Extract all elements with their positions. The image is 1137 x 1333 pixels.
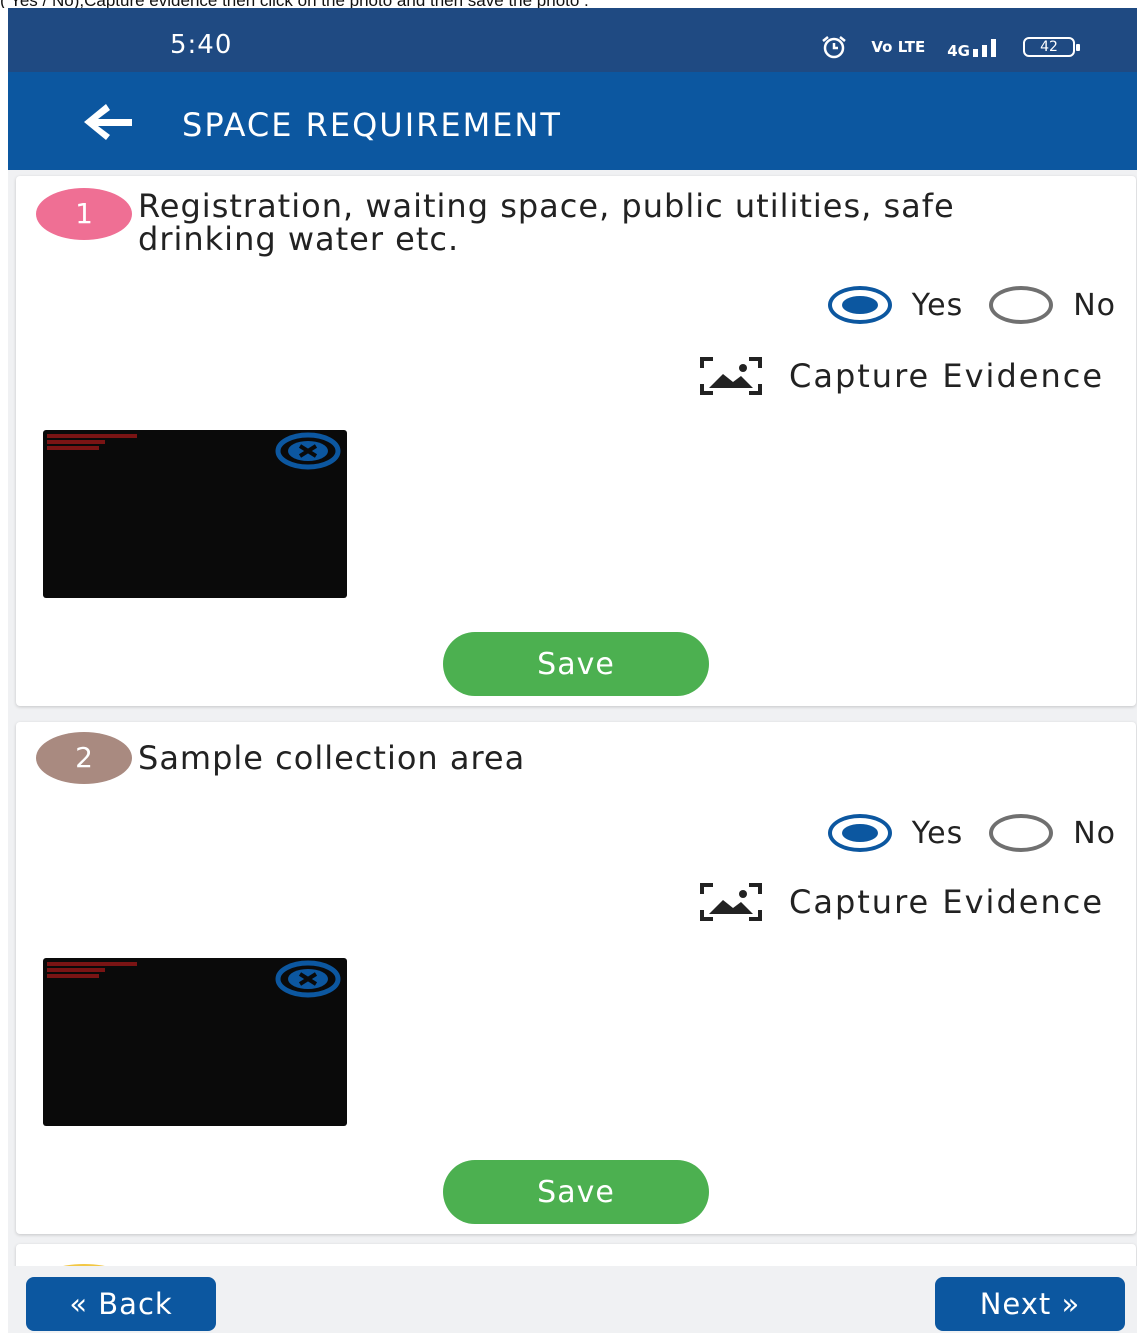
image-capture-icon	[699, 883, 762, 921]
evidence-photo-thumbnail[interactable]	[43, 430, 347, 598]
photo-timestamp-overlay	[47, 960, 137, 978]
radio-no[interactable]	[989, 286, 1054, 324]
capture-evidence-label: Capture Evidence	[788, 357, 1104, 395]
capture-evidence-label: Capture Evidence	[788, 883, 1104, 921]
network-indicator: 4G	[947, 37, 1001, 60]
question-card-2: 2 Sample collection area Yes No Capture …	[16, 722, 1136, 1234]
question-number-badge: 1	[36, 188, 132, 240]
radio-yes-label[interactable]: Yes	[912, 288, 963, 323]
page-title: SPACE REQUIREMENT	[182, 106, 562, 144]
status-icons: Vo LTE 4G 42	[819, 35, 1080, 60]
alarm-icon	[822, 36, 847, 59]
question-card-1: 1 Registration, waiting space, public ut…	[16, 176, 1136, 706]
radio-yes[interactable]	[827, 814, 892, 852]
answer-radio-group: Yes No	[827, 814, 1116, 852]
answer-radio-group: Yes No	[827, 286, 1116, 324]
battery-indicator: 42	[1023, 37, 1080, 57]
arrow-left-icon[interactable]	[80, 100, 136, 144]
volte-indicator: Vo LTE	[871, 38, 926, 56]
close-circle-icon[interactable]	[275, 432, 341, 470]
question-text: Sample collection area	[138, 739, 526, 777]
network-type: 4G	[947, 42, 970, 60]
bottom-navigation: « Back Next »	[8, 1266, 1137, 1333]
phone-screen: 5:40 Vo LTE 4G 42 SPACE REQUIREMENT 1 Re…	[8, 8, 1137, 1333]
radio-no-label[interactable]: No	[1073, 288, 1116, 323]
question-number-badge: 2	[36, 732, 132, 784]
radio-yes-label[interactable]: Yes	[912, 816, 963, 851]
close-circle-icon[interactable]	[275, 960, 341, 998]
radio-no[interactable]	[989, 814, 1054, 852]
evidence-photo-thumbnail[interactable]	[43, 958, 347, 1126]
instruction-caption: ( Yes / No),Capture evidence then click …	[0, 0, 1137, 8]
app-bar: SPACE REQUIREMENT	[8, 72, 1137, 170]
capture-evidence-button[interactable]: Capture Evidence	[699, 882, 1104, 922]
back-button[interactable]: « Back	[26, 1277, 216, 1331]
save-button[interactable]: Save	[443, 632, 709, 696]
status-bar: 5:40 Vo LTE 4G 42	[8, 8, 1137, 72]
capture-evidence-button[interactable]: Capture Evidence	[699, 356, 1104, 396]
radio-yes[interactable]	[827, 286, 892, 324]
next-button[interactable]: Next »	[935, 1277, 1125, 1331]
image-capture-icon	[699, 357, 762, 395]
question-text: Registration, waiting space, public util…	[138, 187, 955, 258]
save-button[interactable]: Save	[443, 1160, 709, 1224]
signal-icon	[973, 39, 996, 57]
status-time: 5:40	[170, 30, 233, 60]
radio-no-label[interactable]: No	[1073, 816, 1116, 851]
photo-timestamp-overlay	[47, 432, 137, 450]
